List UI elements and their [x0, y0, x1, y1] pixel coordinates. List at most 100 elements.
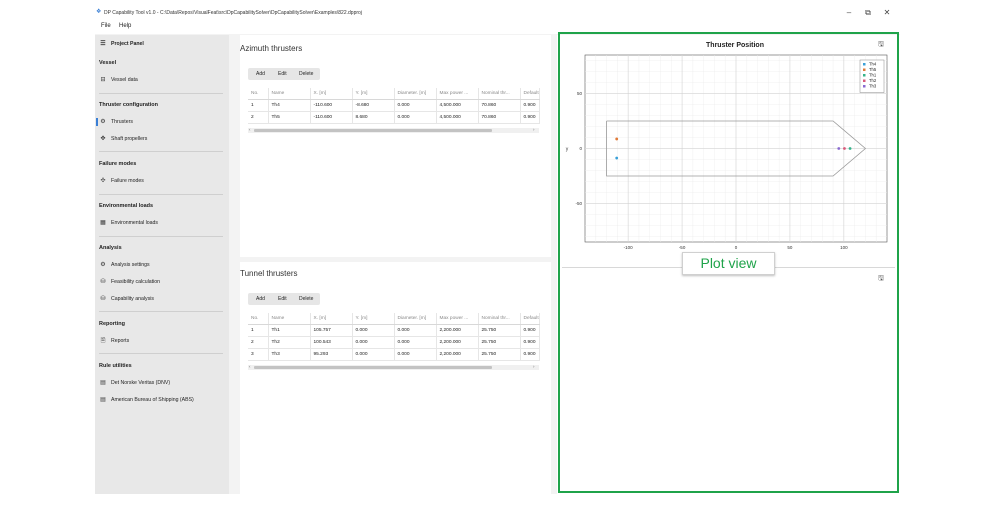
table-cell[interactable]: 0.900 — [520, 111, 540, 124]
table-cell[interactable]: 70.860 — [478, 111, 521, 124]
column-header[interactable]: Diameter. [m] — [394, 313, 437, 325]
table-cell[interactable]: 0.900 — [520, 99, 540, 112]
scrollbar-thumb[interactable] — [254, 366, 492, 369]
column-header[interactable]: Diameter. [m] — [394, 88, 437, 100]
table-cell[interactable]: Th2 — [268, 336, 311, 349]
column-header[interactable]: Nominal thr... — [478, 88, 521, 100]
table-cell[interactable]: Th4 — [268, 99, 311, 112]
column-header[interactable]: Nominal thr... — [478, 313, 521, 325]
scroll-left-icon[interactable]: ‹ — [249, 364, 251, 369]
table-cell[interactable]: 0.000 — [394, 111, 437, 124]
sidebar-item-dnv[interactable]: ▤ Det Norske Veritas (DNV) — [99, 378, 223, 388]
column-header[interactable]: X. [m] — [310, 313, 353, 325]
table-cell[interactable]: 0.000 — [352, 348, 395, 361]
sidebar-item-feasibility-calculation[interactable]: ⛁ Feasibility calculation — [99, 277, 223, 287]
column-header[interactable]: X. [m] — [310, 88, 353, 100]
sidebar-item-abs[interactable]: ▤ American Bureau of Shipping (ABS) — [99, 395, 223, 405]
table-cell[interactable]: 8.680 — [352, 111, 395, 124]
save-icon[interactable]: 🖫 — [878, 275, 885, 282]
table-row[interactable]: 1 Th1 105.757 0.000 0.000 2,200.000 25.750 0.90… — [248, 324, 540, 337]
column-header[interactable]: Max power ... — [436, 313, 479, 325]
column-header[interactable]: Default tl — [520, 88, 540, 100]
table-cell[interactable]: 0.000 — [394, 336, 437, 349]
column-header[interactable]: Name — [268, 88, 311, 100]
table-cell[interactable]: -110.600 — [310, 111, 353, 124]
sidebar-item-analysis-settings[interactable]: ⚙ Analysis settings — [99, 260, 223, 270]
column-header[interactable]: No. — [248, 313, 269, 325]
table-cell[interactable]: 105.757 — [310, 324, 353, 337]
table-cell[interactable]: -110.600 — [310, 99, 353, 112]
table-cell[interactable]: 25.750 — [478, 324, 521, 337]
sidebar-item-vessel-data[interactable]: ⊟ Vessel data — [99, 75, 223, 85]
table-row[interactable]: 2 Th2 100.543 0.000 0.000 2,200.000 25.750 0.90… — [248, 336, 540, 349]
azimuth-horizontal-scrollbar[interactable]: ‹ › — [248, 127, 539, 133]
close-button[interactable]: ✕ — [880, 8, 894, 18]
table-cell[interactable]: 2,200.000 — [436, 324, 479, 337]
table-cell[interactable]: 0.000 — [394, 348, 437, 361]
table-cell[interactable]: 25.750 — [478, 348, 521, 361]
column-header[interactable]: Max power ... — [436, 88, 479, 100]
table-cell[interactable]: 2,200.000 — [436, 336, 479, 349]
table-cell[interactable]: 0.000 — [352, 336, 395, 349]
table-cell[interactable]: 0.000 — [352, 324, 395, 337]
table-cell[interactable]: 0.900 — [520, 324, 540, 337]
azimuth-edit-button[interactable]: Edit — [278, 71, 287, 77]
table-cell[interactable]: 0.000 — [394, 324, 437, 337]
sidebar-item-capability-analysis[interactable]: ⛁ Capability analysis — [99, 294, 223, 304]
sidebar-item-reports[interactable]: 🗎 Reports — [99, 336, 223, 346]
column-header[interactable]: Default tl — [520, 313, 540, 325]
thruster-point-th5[interactable] — [615, 137, 619, 141]
table-cell[interactable]: 0.000 — [394, 99, 437, 112]
menu-file[interactable]: File — [101, 23, 111, 29]
table-cell[interactable]: 3 — [248, 348, 269, 361]
thruster-point-th1[interactable] — [848, 147, 852, 150]
column-header[interactable]: Y. [m] — [352, 313, 395, 325]
table-row[interactable]: 2 Th5 -110.600 8.680 0.000 4,500.000 70.860 0.9… — [248, 111, 540, 124]
project-panel-header[interactable]: ☰ Project Panel — [99, 39, 223, 49]
column-header[interactable]: Name — [268, 313, 311, 325]
tunnel-horizontal-scrollbar[interactable]: ‹ › — [248, 364, 539, 370]
tunnel-add-button[interactable]: Add — [256, 296, 265, 302]
thruster-point-th4[interactable] — [615, 156, 619, 160]
scroll-right-icon[interactable]: › — [533, 127, 535, 132]
maximize-button[interactable]: ⧉ — [861, 8, 875, 18]
table-cell[interactable]: Th5 — [268, 111, 311, 124]
thruster-point-th3[interactable] — [837, 147, 841, 150]
tunnel-delete-button[interactable]: Delete — [299, 296, 313, 302]
table-row[interactable]: 1 Th4 -110.600 -8.680 0.000 4,500.000 70.860 0.… — [248, 99, 540, 112]
table-cell[interactable]: 4,500.000 — [436, 99, 479, 112]
table-cell[interactable]: 0.900 — [520, 348, 540, 361]
table-cell[interactable]: 25.750 — [478, 336, 521, 349]
hamburger-icon: ☰ — [100, 41, 106, 47]
scroll-left-icon[interactable]: ‹ — [249, 127, 251, 132]
rule-utilities-header: Rule utilities — [99, 363, 132, 369]
scroll-right-icon[interactable]: › — [533, 364, 535, 369]
scrollbar-thumb[interactable] — [254, 129, 492, 132]
menu-help[interactable]: Help — [119, 23, 131, 29]
table-cell[interactable]: 70.860 — [478, 99, 521, 112]
thruster-point-th2[interactable] — [843, 147, 846, 150]
table-cell[interactable]: 0.900 — [520, 336, 540, 349]
table-cell[interactable]: 1 — [248, 99, 269, 112]
table-cell[interactable]: -8.680 — [352, 99, 395, 112]
sidebar-item-environmental-loads[interactable]: ▦ Environmental loads — [99, 218, 223, 228]
minimize-button[interactable]: – — [842, 8, 856, 18]
table-cell[interactable]: 100.543 — [310, 336, 353, 349]
table-cell[interactable]: 2 — [248, 336, 269, 349]
table-row[interactable]: 3 Th3 95.293 0.000 0.000 2,200.000 25.750 0.900 — [248, 348, 540, 361]
column-header[interactable]: Y. [m] — [352, 88, 395, 100]
table-cell[interactable]: 2,200.000 — [436, 348, 479, 361]
table-cell[interactable]: Th1 — [268, 324, 311, 337]
table-cell[interactable]: 95.293 — [310, 348, 353, 361]
sidebar-item-shaft-propellers[interactable]: ✥ Shaft propellers — [99, 134, 223, 144]
table-cell[interactable]: 4,500.000 — [436, 111, 479, 124]
table-cell[interactable]: Th3 — [268, 348, 311, 361]
azimuth-delete-button[interactable]: Delete — [299, 71, 313, 77]
table-cell[interactable]: 1 — [248, 324, 269, 337]
column-header[interactable]: No. — [248, 88, 269, 100]
table-cell[interactable]: 2 — [248, 111, 269, 124]
sidebar-item-failure-modes[interactable]: ✣ Failure modes — [99, 176, 223, 186]
tunnel-edit-button[interactable]: Edit — [278, 296, 287, 302]
azimuth-add-button[interactable]: Add — [256, 71, 265, 77]
sidebar-item-thrusters[interactable]: ⚙ Thrusters — [96, 117, 223, 127]
